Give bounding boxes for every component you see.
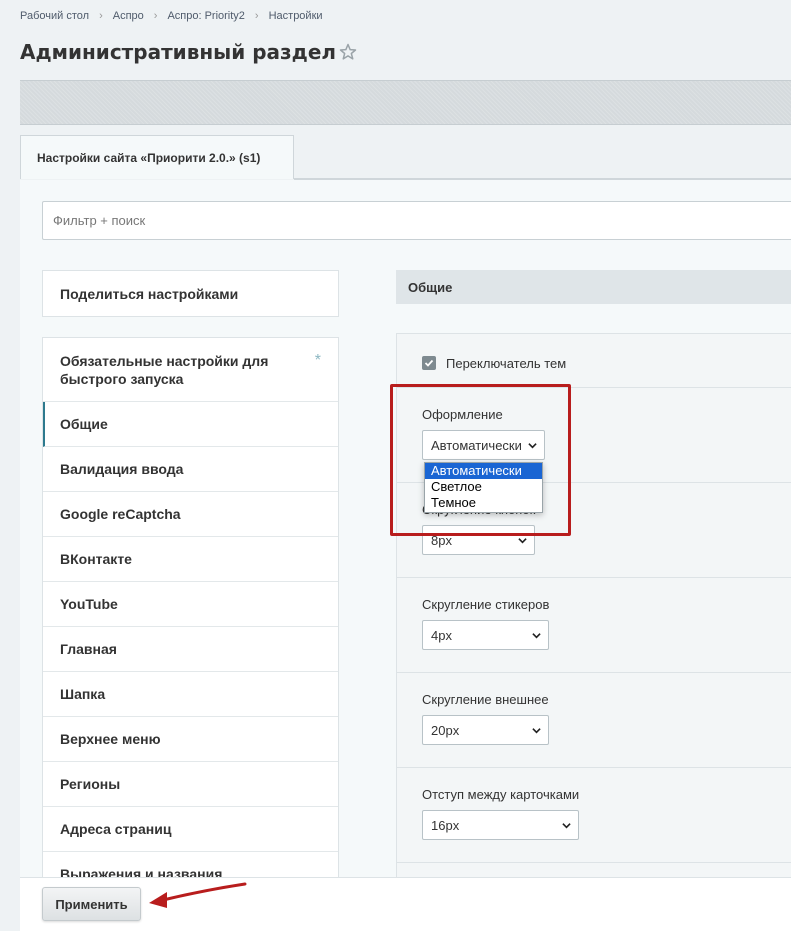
outer-rounding-label: Скругление внешнее	[422, 692, 549, 707]
sticker-rounding-label: Скругление стикеров	[422, 597, 550, 612]
breadcrumb: Рабочий стол › Аспро › Аспро: Priority2 …	[20, 10, 323, 22]
nav-item-input-validation[interactable]: Валидация ввода	[43, 447, 338, 492]
annotation-highlight-box	[390, 384, 571, 536]
outer-rounding-select[interactable]: 20px	[422, 715, 549, 745]
nav-item-label: Обязательные настройки для быстрого запу…	[60, 353, 269, 387]
nav-item-phrases[interactable]: Выражения и названия	[43, 852, 338, 877]
chevron-down-icon	[518, 538, 527, 544]
chevron-down-icon	[532, 728, 541, 734]
share-settings-button[interactable]: Поделиться настройками	[42, 270, 339, 317]
nav-item-youtube[interactable]: YouTube	[43, 582, 338, 627]
chevron-down-icon	[532, 633, 541, 639]
nav-item-general[interactable]: Общие	[43, 402, 338, 447]
required-mark: *	[314, 352, 321, 369]
breadcrumb-item[interactable]: Аспро	[113, 10, 144, 22]
breadcrumb-item[interactable]: Рабочий стол	[20, 10, 89, 22]
nav-item-top-menu[interactable]: Верхнее меню	[43, 717, 338, 762]
search-input[interactable]: Фильтр + поиск	[42, 201, 791, 240]
breadcrumb-item[interactable]: Аспро: Priority2	[167, 10, 244, 22]
chevron-right-icon: ›	[153, 10, 158, 22]
star-icon[interactable]	[338, 42, 358, 62]
check-icon	[424, 359, 434, 367]
nav-item-home[interactable]: Главная	[43, 627, 338, 672]
tab-divider	[294, 178, 791, 180]
chevron-down-icon	[562, 823, 571, 829]
chevron-right-icon: ›	[99, 10, 103, 22]
sticker-rounding-select[interactable]: 4px	[422, 620, 549, 650]
nav-item-regions[interactable]: Регионы	[43, 762, 338, 807]
outer-rounding-value: 20px	[431, 722, 460, 738]
form-row-sticker-rounding: Скругление стикеров 4px	[397, 578, 791, 673]
card-gap-label: Отступ между карточками	[422, 787, 580, 802]
nav-item-page-urls[interactable]: Адреса страниц	[43, 807, 338, 852]
card-gap-select[interactable]: 16px	[422, 810, 579, 840]
nav-item-header[interactable]: Шапка	[43, 672, 338, 717]
page-title: Административный раздел	[20, 40, 337, 64]
tab-site-settings[interactable]: Настройки сайта «Приорити 2.0.» (s1)	[20, 135, 294, 179]
sticker-rounding-value: 4px	[431, 627, 452, 643]
breadcrumb-item[interactable]: Настройки	[269, 10, 323, 22]
nav-item-recaptcha[interactable]: Google reCaptcha	[43, 492, 338, 537]
form-row-theme-switch: Переключатель тем	[397, 334, 791, 388]
form-row-outer-rounding: Скругление внешнее 20px	[397, 673, 791, 768]
settings-nav: Обязательные настройки для быстрого запу…	[42, 337, 339, 877]
admin-toolbar	[20, 80, 791, 125]
nav-item-quick-start[interactable]: Обязательные настройки для быстрого запу…	[43, 338, 338, 402]
theme-switch-checkbox[interactable]	[422, 356, 436, 370]
chevron-right-icon: ›	[254, 10, 259, 22]
card-gap-value: 16px	[431, 817, 460, 833]
section-title: Общие	[396, 270, 791, 304]
nav-item-vkontakte[interactable]: ВКонтакте	[43, 537, 338, 582]
form-row-card-gap: Отступ между карточками 16px	[397, 768, 791, 863]
apply-button[interactable]: Применить	[42, 887, 141, 921]
theme-switch-label: Переключатель тем	[446, 356, 567, 371]
annotation-arrow-icon	[149, 882, 247, 908]
